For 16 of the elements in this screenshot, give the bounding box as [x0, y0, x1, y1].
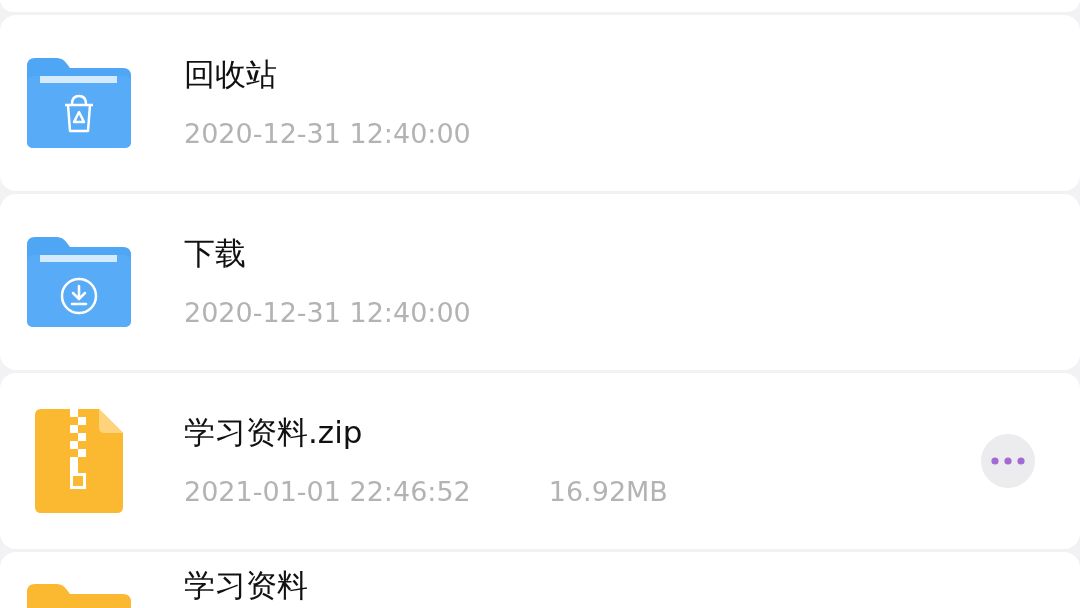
modified-date: 2020-12-31 12:40:00: [184, 117, 471, 151]
modified-date: 2020-12-31 12:40:00: [184, 296, 471, 330]
file-row[interactable]: 学习资料: [0, 552, 1080, 608]
zip-file-icon: [35, 409, 123, 513]
file-name: 回收站: [184, 55, 278, 93]
folder-trash-icon: [27, 58, 131, 148]
modified-date: 2021-01-01 22:46:52: [184, 475, 471, 509]
file-name: 学习资料: [184, 566, 309, 604]
file-name: 下载: [184, 234, 247, 272]
file-size: 16.92MB: [548, 475, 668, 509]
folder-download-icon: [27, 237, 131, 327]
file-row[interactable]: 学习资料.zip 2021-01-01 22:46:52 16.92MB: [0, 373, 1080, 549]
file-row[interactable]: 回收站 2020-12-31 12:40:00: [0, 15, 1080, 191]
file-name: 学习资料.zip: [184, 413, 364, 451]
file-row[interactable]: 下载 2020-12-31 12:40:00: [0, 194, 1080, 370]
ellipsis-icon: [991, 457, 1025, 465]
